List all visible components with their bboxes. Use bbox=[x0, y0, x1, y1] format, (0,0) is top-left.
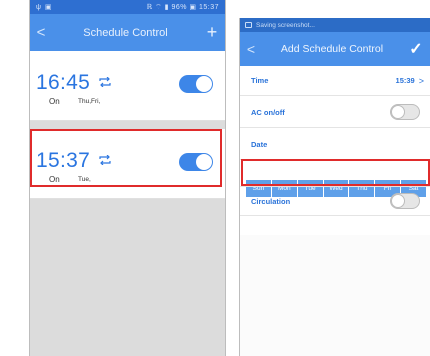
page-title: Add Schedule Control bbox=[280, 43, 384, 55]
schedule-time: 16:45 bbox=[36, 71, 91, 94]
toggle-knob bbox=[391, 105, 405, 119]
page-title: Schedule Control bbox=[83, 26, 168, 39]
time-row[interactable]: Time 15:39 > bbox=[240, 66, 430, 96]
check-icon[interactable]: ✓ bbox=[402, 39, 430, 59]
header: < Add Schedule Control ✓ bbox=[240, 32, 430, 66]
ac-row: AC on/off bbox=[240, 98, 430, 128]
header: < Schedule Control + bbox=[30, 14, 225, 51]
status-icons-left: ψ ▣ bbox=[36, 4, 53, 11]
date-label: Date bbox=[251, 140, 268, 149]
schedule-power: On bbox=[49, 97, 60, 106]
screenshot-icon bbox=[245, 22, 252, 28]
date-row: Date bbox=[240, 130, 430, 160]
toggle-knob bbox=[196, 76, 212, 92]
time-label: Time bbox=[251, 76, 269, 85]
status-text: Saving screenshot... bbox=[256, 21, 315, 29]
highlight-box bbox=[241, 159, 430, 186]
chevron-right-icon: > bbox=[418, 75, 424, 86]
toggle-knob bbox=[391, 194, 405, 208]
schedule-days: Thu,Fri, bbox=[78, 98, 101, 105]
time-value: 15:39 bbox=[395, 76, 415, 85]
status-icons-right: ℝ ⌔ ▮ 96% ▣ 15:37 bbox=[146, 3, 219, 11]
circulation-toggle[interactable] bbox=[390, 193, 420, 209]
status-bar: ψ ▣ ℝ ⌔ ▮ 96% ▣ 15:37 bbox=[30, 0, 225, 14]
highlight-box bbox=[30, 129, 222, 187]
empty-area bbox=[240, 235, 430, 356]
plus-icon[interactable]: + bbox=[199, 22, 225, 43]
chevron-left-icon[interactable]: < bbox=[30, 24, 52, 41]
status-bar: Saving screenshot... bbox=[240, 18, 430, 32]
chevron-left-icon[interactable]: < bbox=[240, 41, 262, 57]
circulation-row: Circulation bbox=[240, 186, 430, 216]
repeat-icon bbox=[99, 77, 111, 87]
schedule-item[interactable]: 16:45 On Thu,Fri, bbox=[30, 51, 225, 121]
ac-toggle[interactable] bbox=[390, 104, 420, 120]
add-schedule-screen: Saving screenshot... < Add Schedule Cont… bbox=[239, 18, 430, 356]
schedule-toggle[interactable] bbox=[179, 75, 213, 93]
